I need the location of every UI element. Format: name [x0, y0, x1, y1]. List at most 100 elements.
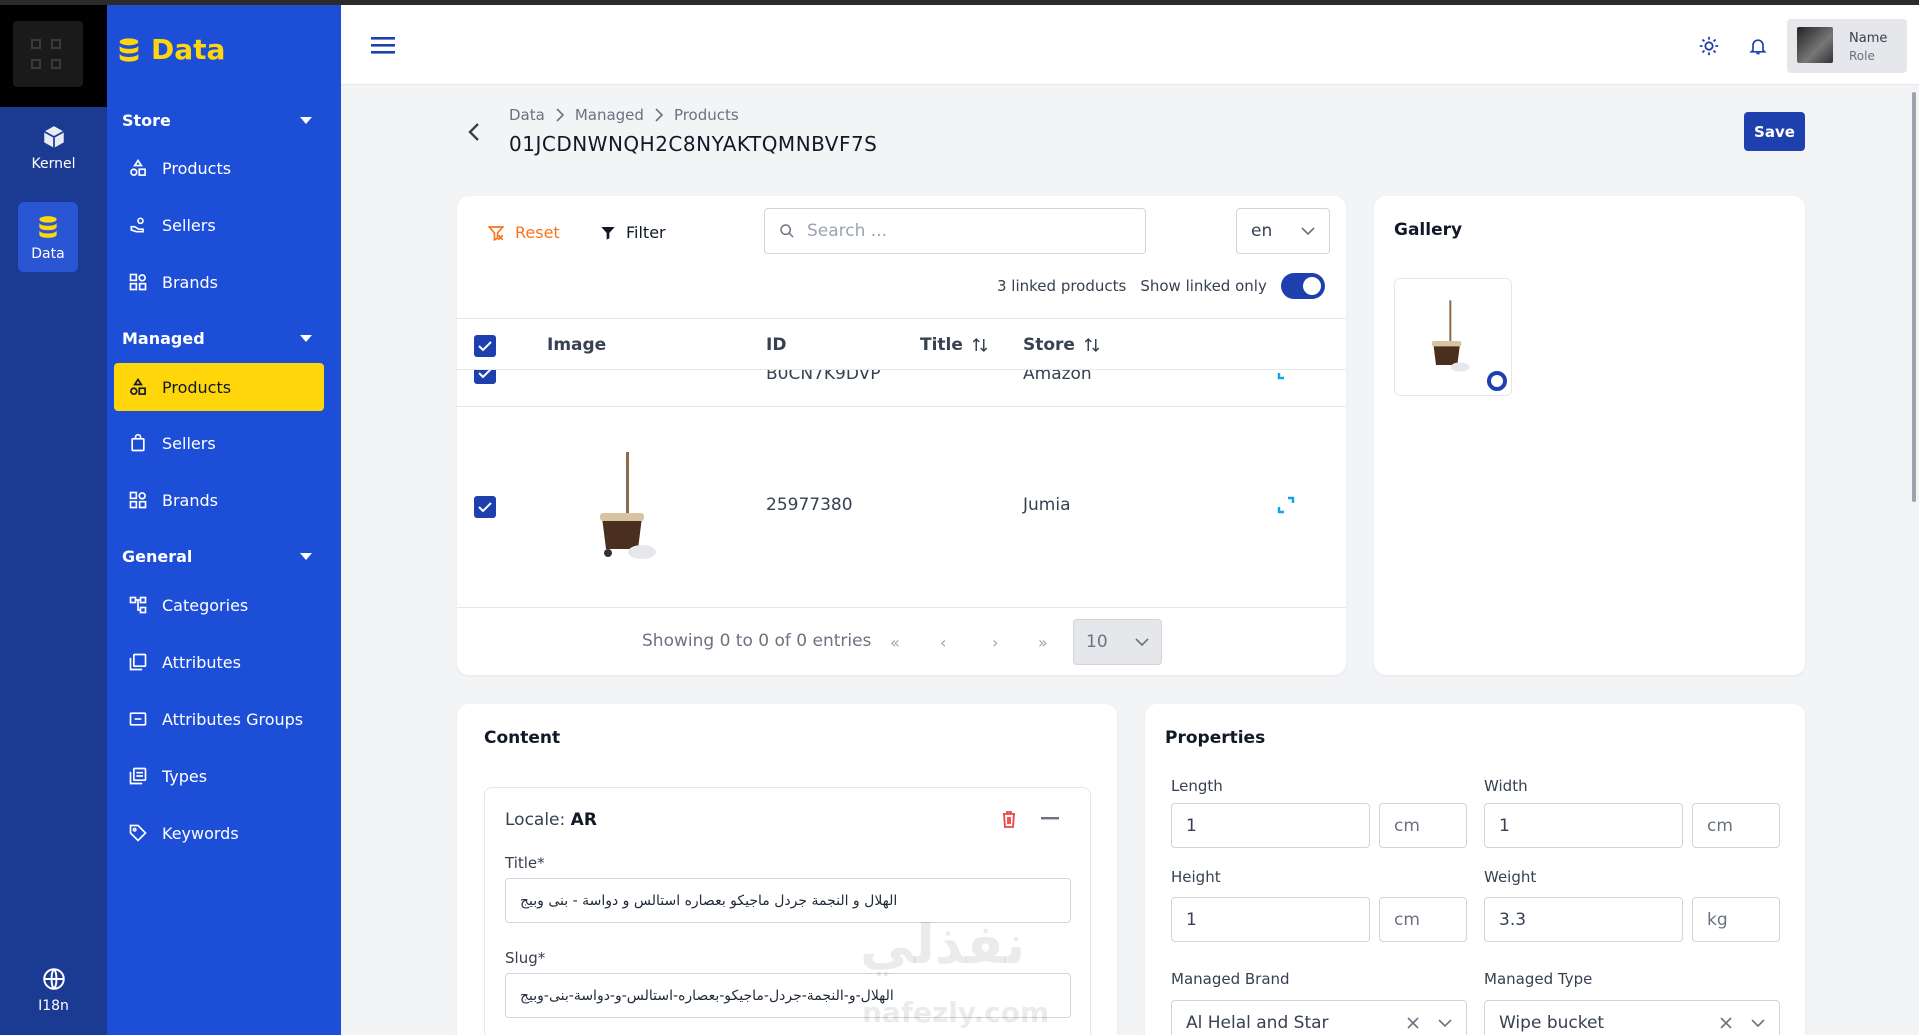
weight-unit[interactable]: kg	[1692, 897, 1780, 942]
back-arrow-icon[interactable]	[466, 121, 482, 143]
sidebar-item-label: Products	[162, 158, 232, 178]
search-box[interactable]	[764, 208, 1146, 254]
prev-page-icon[interactable]: ‹	[940, 633, 946, 652]
width-label: Width	[1484, 777, 1528, 795]
search-input[interactable]	[807, 221, 1107, 241]
chevron-down-icon	[1438, 1018, 1452, 1027]
gallery-title: Gallery	[1394, 220, 1463, 240]
breadcrumb: Data Managed Products	[509, 106, 739, 124]
height-input[interactable]: 1	[1171, 897, 1370, 942]
trash-icon[interactable]	[1001, 810, 1017, 828]
user-name: Name	[1849, 31, 1888, 46]
select-all-checkbox[interactable]	[474, 335, 496, 357]
gallery-image[interactable]	[1394, 278, 1512, 396]
page-size-select[interactable]: 10	[1073, 619, 1162, 665]
column-title-label: Title	[920, 335, 963, 355]
hand-coins-icon	[130, 217, 144, 233]
user-role: Role	[1849, 49, 1875, 63]
grid-icon	[129, 491, 147, 509]
breadcrumb-item[interactable]: Data	[509, 106, 545, 124]
sidebar-item-label: Attributes Groups	[162, 709, 304, 729]
managed-brand-select[interactable]: Al Helal and Star	[1171, 1000, 1467, 1035]
collapse-icon[interactable]	[1041, 817, 1059, 821]
sun-icon[interactable]	[1698, 35, 1720, 57]
sidebar-item-store-brands[interactable]: Brands	[114, 258, 324, 306]
locale-code: AR	[570, 810, 597, 830]
first-page-icon[interactable]: «	[890, 633, 900, 652]
rail-item-data[interactable]: Data	[18, 202, 78, 272]
weight-input[interactable]: 3.3	[1484, 897, 1683, 942]
save-button[interactable]: Save	[1744, 112, 1805, 151]
page-title: 01JCDNWNQH2C8NYAKTQMNBVF7S	[509, 132, 878, 156]
rail-item-label: I18n	[38, 998, 69, 1014]
language-select[interactable]: en	[1236, 208, 1330, 254]
managed-type-select[interactable]: Wipe bucket	[1484, 1000, 1780, 1035]
height-unit[interactable]: cm	[1379, 897, 1467, 942]
sidebar-item-keywords[interactable]: Keywords	[114, 809, 324, 857]
sidebar-item-store-sellers[interactable]: Sellers	[114, 201, 324, 249]
page-scrollbar[interactable]	[1912, 92, 1916, 502]
menu-icon[interactable]	[371, 35, 397, 57]
sidebar-item-label: Sellers	[162, 433, 216, 453]
title-label: Title*	[505, 854, 545, 872]
slug-label: Slug*	[505, 949, 546, 967]
table-header: Image ID Title Store	[457, 318, 1346, 370]
app-logo[interactable]	[0, 0, 107, 107]
shopping-bag-icon	[131, 433, 145, 452]
section-general[interactable]: General	[122, 547, 312, 566]
sidebar-item-managed-sellers[interactable]: Sellers	[114, 419, 324, 467]
sidebar-item-managed-brands[interactable]: Brands	[114, 476, 324, 524]
breadcrumb-item[interactable]: Managed	[575, 106, 644, 124]
length-input[interactable]: 1	[1171, 803, 1370, 848]
section-managed[interactable]: Managed	[122, 329, 312, 348]
table-row[interactable]: 25977380 Jumia	[457, 407, 1346, 608]
row-checkbox[interactable]	[474, 370, 496, 384]
last-page-icon[interactable]: »	[1038, 633, 1048, 652]
sidebar-item-store-products[interactable]: Products	[114, 144, 324, 192]
sidebar-item-attributes-groups[interactable]: Attributes Groups	[114, 695, 324, 743]
column-store[interactable]: Store	[1023, 335, 1101, 355]
page-size-value: 10	[1086, 632, 1108, 652]
watermark-url: nafezly.com	[862, 996, 1050, 1029]
width-input[interactable]: 1	[1484, 803, 1683, 848]
column-id: ID	[766, 335, 787, 355]
show-linked-label: Show linked only	[1140, 277, 1267, 295]
breadcrumb-item[interactable]: Products	[674, 106, 739, 124]
linked-products-card: Reset Filter en 3 linked products Show l…	[457, 196, 1346, 675]
rail-item-label: Kernel	[31, 156, 76, 172]
section-store[interactable]: Store	[122, 111, 312, 130]
table-row[interactable]: B0CN7K9DVP Amazon	[457, 370, 1346, 407]
rail-item-kernel[interactable]: Kernel	[0, 124, 107, 172]
rail-item-i18n[interactable]: I18n	[0, 966, 107, 1014]
clear-icon[interactable]	[1719, 1016, 1733, 1030]
reset-button[interactable]: Reset	[487, 223, 560, 242]
column-title[interactable]: Title	[920, 335, 989, 355]
sidebar-item-attributes[interactable]: Attributes	[114, 638, 324, 686]
clear-icon[interactable]	[1406, 1016, 1420, 1030]
primary-image-radio[interactable]	[1487, 371, 1507, 391]
weight-label: Weight	[1484, 868, 1537, 886]
row-checkbox[interactable]	[474, 496, 496, 518]
sidebar-item-types[interactable]: Types	[114, 752, 324, 800]
language-value: en	[1251, 221, 1273, 241]
sidebar-item-categories[interactable]: Categories	[114, 581, 324, 629]
brand-label: Data	[151, 33, 226, 66]
row-store: Amazon	[1023, 370, 1092, 384]
filter-button[interactable]: Filter	[600, 223, 666, 242]
user-menu[interactable]: Name Role	[1787, 19, 1907, 73]
reset-label: Reset	[515, 223, 560, 242]
next-page-icon[interactable]: ›	[992, 633, 998, 652]
row-id: 25977380	[766, 495, 853, 515]
search-icon	[780, 224, 794, 238]
expand-icon[interactable]	[1277, 370, 1295, 380]
section-title: General	[122, 547, 193, 566]
expand-icon[interactable]	[1277, 496, 1295, 514]
window-top-border	[0, 0, 1919, 5]
sidebar-item-label: Brands	[162, 272, 218, 292]
show-linked-toggle[interactable]	[1280, 273, 1325, 299]
check-icon	[478, 341, 492, 352]
bell-icon[interactable]	[1748, 35, 1768, 57]
sidebar-item-managed-products[interactable]: Products	[114, 363, 324, 411]
length-unit[interactable]: cm	[1379, 803, 1467, 848]
width-unit[interactable]: cm	[1692, 803, 1780, 848]
